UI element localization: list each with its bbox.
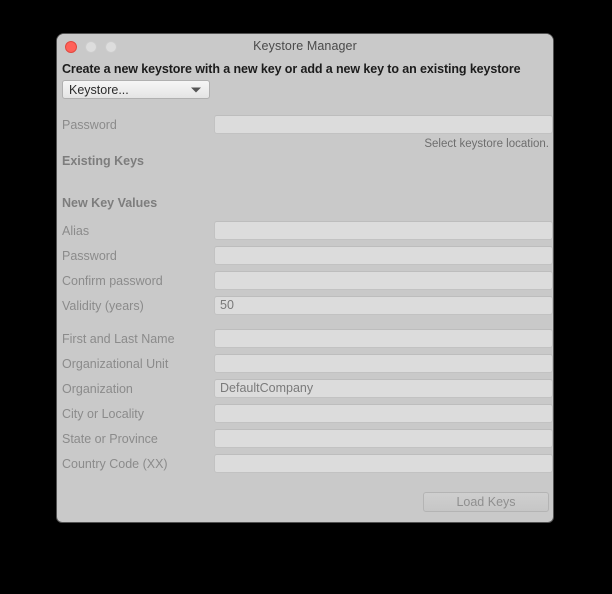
city-label: City or Locality (62, 407, 144, 421)
field-row-alias: Alias (57, 220, 553, 242)
state-label: State or Province (62, 432, 158, 446)
field-row-organizational-unit: Organizational Unit (57, 353, 553, 375)
confirm-password-input[interactable] (214, 271, 553, 290)
full-name-label: First and Last Name (62, 332, 175, 346)
load-keys-button[interactable]: Load Keys (423, 492, 549, 512)
keystore-location-hint: Select keystore location. (424, 138, 549, 150)
field-row-confirm-password: Confirm password (57, 270, 553, 292)
section-existing-keys: Existing Keys (62, 154, 144, 168)
country-code-input[interactable] (214, 454, 553, 473)
keystore-select-value: Keystore... (69, 82, 129, 97)
alias-label: Alias (62, 224, 90, 238)
chevron-down-icon (191, 87, 201, 92)
alias-input[interactable] (214, 221, 553, 240)
window-title: Keystore Manager (253, 39, 357, 53)
validity-label: Validity (years) (62, 299, 144, 313)
field-row-state: State or Province (57, 428, 553, 450)
dialog-headline: Create a new keystore with a new key or … (62, 62, 521, 76)
city-input[interactable] (214, 404, 553, 423)
new-password-input[interactable] (214, 246, 553, 265)
keystore-manager-window: Keystore Manager Create a new keystore w… (57, 34, 553, 522)
field-row-new-password: Password (57, 245, 553, 267)
organizational-unit-label: Organizational Unit (62, 357, 169, 371)
confirm-password-label: Confirm password (62, 274, 163, 288)
field-row-city: City or Locality (57, 403, 553, 425)
keystore-select[interactable]: Keystore... (62, 80, 210, 99)
keystore-password-input[interactable] (214, 115, 553, 134)
full-name-input[interactable] (214, 329, 553, 348)
country-code-label: Country Code (XX) (62, 457, 168, 471)
validity-input[interactable]: 50 (214, 296, 553, 315)
field-row-country-code: Country Code (XX) (57, 453, 553, 475)
organizational-unit-input[interactable] (214, 354, 553, 373)
state-input[interactable] (214, 429, 553, 448)
field-row-validity: Validity (years) 50 (57, 295, 553, 317)
organization-label: Organization (62, 382, 133, 396)
field-row-organization: Organization DefaultCompany (57, 378, 553, 400)
section-new-key-values: New Key Values (62, 196, 158, 210)
new-password-label: Password (62, 249, 117, 263)
keystore-password-label: Password (62, 118, 117, 132)
keystore-password-row: Password (57, 114, 553, 136)
field-row-full-name: First and Last Name (57, 328, 553, 350)
window-titlebar[interactable]: Keystore Manager (57, 34, 553, 60)
organization-input[interactable]: DefaultCompany (214, 379, 553, 398)
